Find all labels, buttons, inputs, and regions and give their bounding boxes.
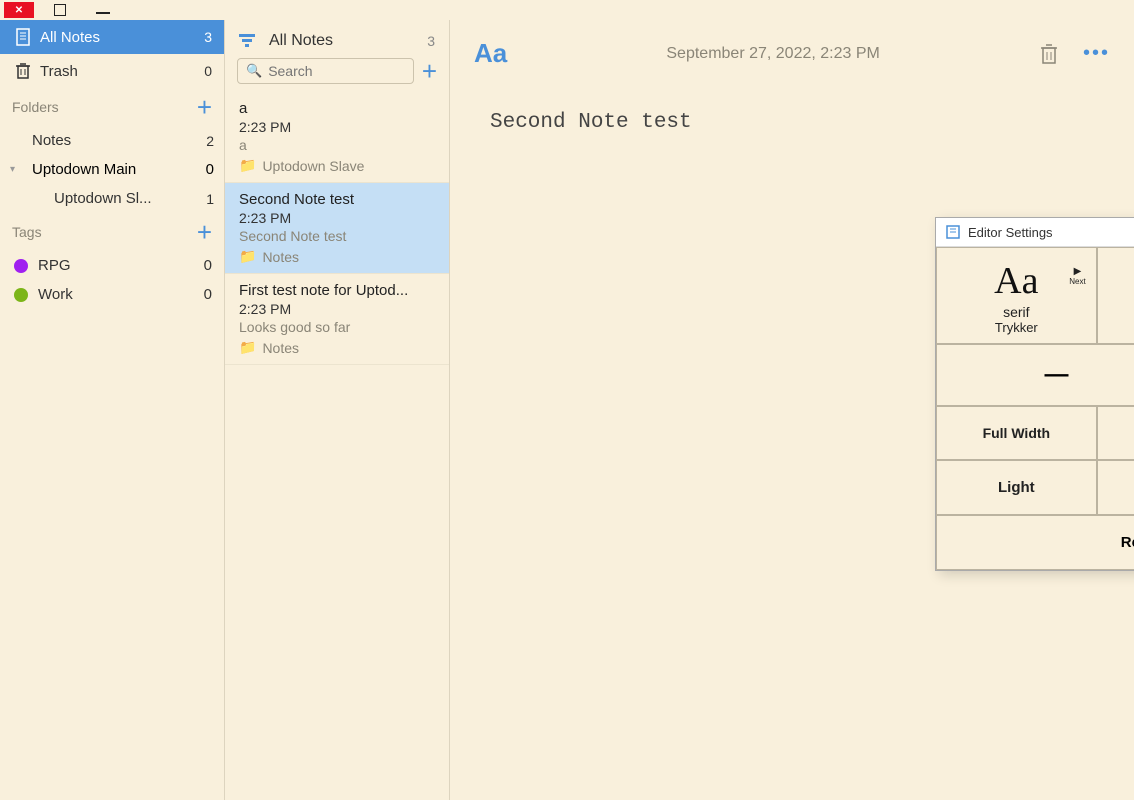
folder-uptodown-slave[interactable]: Uptodown Sl... 1	[0, 184, 224, 213]
search-input-wrapper[interactable]: 🔍	[237, 58, 414, 84]
tag-work[interactable]: Work 0	[0, 280, 224, 309]
sidebar-trash-label: Trash	[40, 63, 204, 80]
sidebar-trash-count: 0	[204, 63, 212, 79]
chevron-down-icon[interactable]: ▾	[10, 164, 15, 175]
sidebar-all-notes-count: 3	[204, 29, 212, 45]
note-list-item[interactable]: First test note for Uptod... 2:23 PM Loo…	[225, 274, 449, 365]
folders-header: Folders +	[0, 88, 224, 126]
reset-default-button[interactable]: Reset to default	[936, 515, 1134, 570]
more-options-button[interactable]: •••	[1083, 42, 1110, 65]
sidebar: All Notes 3 Trash 0 Folders + Notes 2 ▾ …	[0, 20, 225, 800]
full-width-button[interactable]: Full Width	[936, 406, 1097, 460]
tag-color-dot	[14, 288, 28, 302]
note-list-item[interactable]: a 2:23 PM a 📁Uptodown Slave	[225, 92, 449, 183]
window-titlebar: ✕	[0, 0, 1134, 20]
note-body[interactable]: Second Note test	[450, 87, 1134, 158]
narrow-width-button[interactable]: ←|→	[1097, 406, 1134, 460]
decrease-size-button[interactable]: —	[936, 344, 1134, 406]
tag-color-dot	[14, 259, 28, 273]
delete-note-button[interactable]	[1039, 43, 1059, 65]
trash-icon	[12, 62, 34, 80]
font-serif-button[interactable]: Aa Next serif Trykker	[936, 247, 1097, 344]
add-note-button[interactable]: +	[422, 58, 437, 84]
add-tag-button[interactable]: +	[197, 219, 212, 245]
folder-uptodown-main[interactable]: ▾ Uptodown Main 0	[0, 155, 224, 184]
modal-titlebar[interactable]: Editor Settings — ☐ ✕	[936, 218, 1134, 247]
sidebar-trash[interactable]: Trash 0	[0, 54, 224, 88]
theme-dark-button[interactable]: Dark	[1097, 460, 1134, 515]
window-minimize-button[interactable]	[96, 12, 110, 14]
note-list-item[interactable]: Second Note test 2:23 PM Second Note tes…	[225, 183, 449, 274]
theme-light-button[interactable]: Light	[936, 460, 1097, 515]
app-icon	[946, 225, 960, 239]
note-list-header: All Notes 3	[225, 20, 449, 58]
note-timestamp: September 27, 2022, 2:23 PM	[507, 45, 1039, 63]
editor-settings-button[interactable]: Aa	[474, 38, 507, 69]
folder-icon: 📁	[239, 248, 256, 265]
folder-icon: 📁	[239, 339, 256, 356]
notes-icon	[12, 28, 34, 46]
sidebar-all-notes-label: All Notes	[40, 29, 204, 46]
search-icon: 🔍	[246, 63, 262, 79]
next-icon[interactable]: Next	[1069, 266, 1085, 286]
editor-settings-modal: Editor Settings — ☐ ✕ Aa Next serif Tryk…	[935, 217, 1134, 571]
note-list-panel: All Notes 3 🔍 + a 2:23 PM a 📁Uptodown Sl…	[225, 20, 450, 800]
editor-panel: Aa September 27, 2022, 2:23 PM ••• Secon…	[450, 20, 1134, 800]
sidebar-all-notes[interactable]: All Notes 3	[0, 20, 224, 54]
add-folder-button[interactable]: +	[197, 94, 212, 120]
folder-notes[interactable]: Notes 2	[0, 126, 224, 155]
folder-icon: 📁	[239, 157, 256, 174]
tag-rpg[interactable]: RPG 0	[0, 251, 224, 280]
window-maximize-button[interactable]	[54, 4, 66, 16]
search-input[interactable]	[268, 63, 405, 79]
tags-header: Tags +	[0, 213, 224, 251]
filter-icon[interactable]	[239, 34, 255, 48]
window-close-button[interactable]: ✕	[4, 2, 34, 18]
font-sans-button[interactable]: Aa Next sansSerif Segoe UI	[1097, 247, 1134, 344]
